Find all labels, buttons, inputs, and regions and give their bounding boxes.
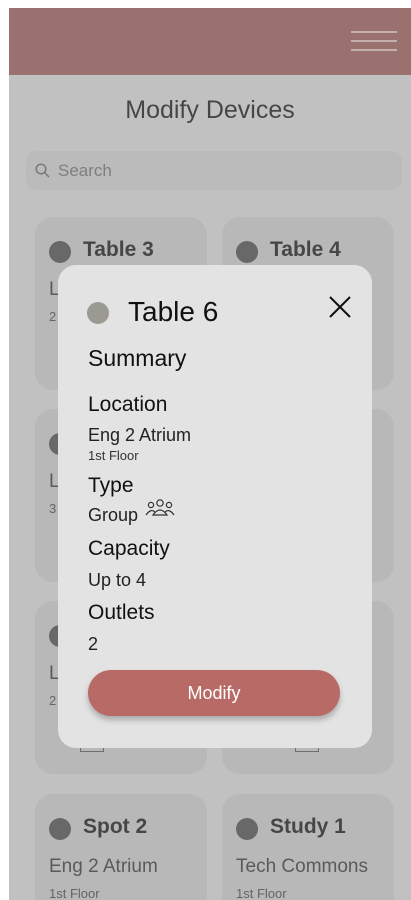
device-detail-modal: Table 6 Summary Location Eng 2 Atrium 1s…	[58, 265, 372, 748]
outlets-value: 2	[88, 634, 99, 654]
capacity-value: Up to 4	[88, 570, 147, 590]
floor-value: 1st Floor	[88, 448, 139, 463]
summary-heading: Summary	[88, 345, 187, 371]
outlets-heading: Outlets	[88, 601, 155, 624]
group-icon	[145, 499, 175, 516]
capacity-heading: Capacity	[88, 537, 170, 560]
app-screen: Modify Devices Search Table 3 L 2 Table …	[9, 8, 411, 900]
type-value: Group	[88, 505, 139, 525]
close-icon[interactable]	[328, 295, 352, 319]
type-heading: Type	[88, 474, 134, 497]
modify-button[interactable]: Modify	[88, 670, 340, 716]
location-heading: Location	[88, 393, 168, 416]
modal-title: Table 6	[128, 296, 219, 327]
location-value: Eng 2 Atrium	[88, 425, 192, 445]
status-dot	[87, 302, 109, 324]
